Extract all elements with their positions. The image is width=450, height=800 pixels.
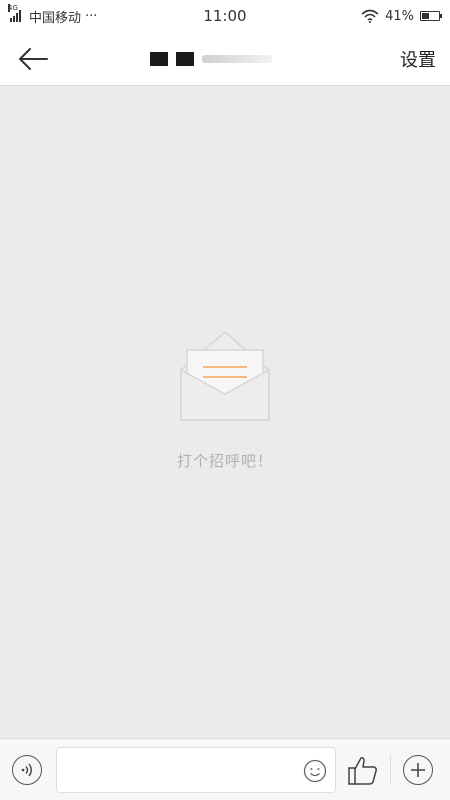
redaction-block <box>150 52 168 66</box>
battery-percent: 41% <box>385 8 414 24</box>
input-bar <box>0 738 450 800</box>
thumbs-up-icon <box>348 756 377 785</box>
redaction-blur <box>202 55 272 63</box>
more-button[interactable] <box>403 754 433 785</box>
status-more: ··· <box>85 8 98 24</box>
battery-icon <box>420 11 442 21</box>
voice-icon <box>21 763 32 776</box>
arrow-left-icon <box>19 47 48 70</box>
network-type: 4G <box>8 4 18 12</box>
status-bar: 4G 中国移动 ··· 11:00 41% <box>0 0 450 32</box>
empty-message: 打个招呼吧！ <box>176 452 273 470</box>
emoji-button[interactable] <box>303 759 327 783</box>
signal-icon: 4G <box>8 4 21 22</box>
empty-state: 打个招呼吧！ <box>0 330 450 471</box>
carrier-name: 中国移动 <box>29 10 82 26</box>
status-right: 41% <box>361 8 442 24</box>
redaction-block <box>176 52 194 66</box>
message-input-box <box>56 746 336 793</box>
message-input[interactable] <box>57 747 297 792</box>
back-button[interactable] <box>16 42 50 76</box>
bar-divider <box>390 754 391 785</box>
envelope-icon <box>180 331 270 421</box>
battery-fill <box>422 13 429 19</box>
status-left: 4G 中国移动 ··· <box>8 4 361 26</box>
like-button[interactable] <box>346 753 380 787</box>
smiley-icon <box>303 759 327 782</box>
contact-name-redacted <box>150 52 272 66</box>
chat-header: 设置 <box>0 32 450 86</box>
voice-button[interactable] <box>12 754 42 785</box>
wifi-icon <box>361 9 379 23</box>
settings-button[interactable]: 设置 <box>400 46 436 72</box>
plus-icon <box>411 762 425 777</box>
